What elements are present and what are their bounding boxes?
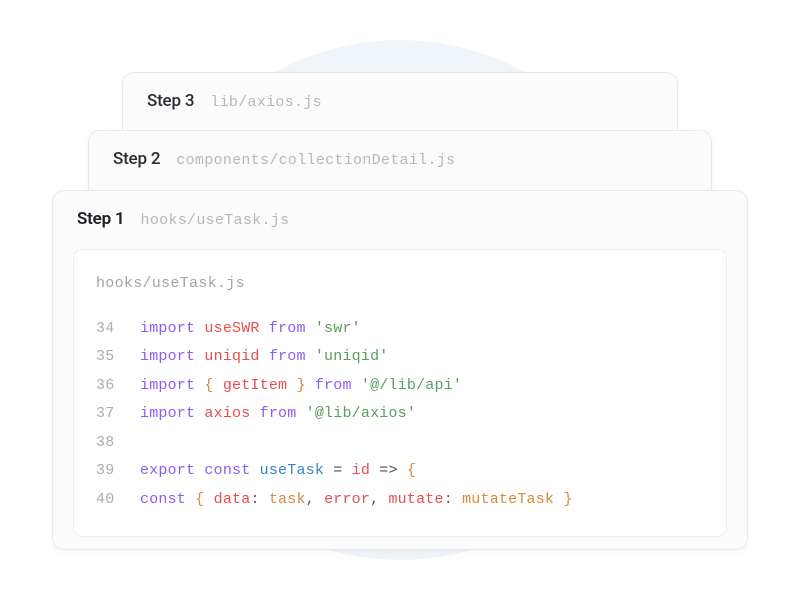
line-number: 38 (96, 429, 140, 458)
tok-import: import (140, 315, 195, 344)
step-label-1: Step 1 (77, 209, 125, 229)
tok-from: from (260, 400, 297, 429)
tok-comma: , (306, 486, 324, 515)
tok-colon: : (444, 486, 462, 515)
tok-arrow: => (379, 457, 397, 486)
tok-export: export (140, 457, 195, 486)
code-line-38: 38 (96, 429, 704, 458)
tok-string: '@lib/axios' (306, 400, 416, 429)
tok-brace: { (195, 486, 213, 515)
tok-ident: getItem (223, 372, 287, 401)
tok-brace: } (287, 372, 305, 401)
tok-from: from (315, 372, 352, 401)
step-card-1: Step 1 hooks/useTask.js hooks/useTask.js… (52, 190, 748, 550)
file-path-1: hooks/useTask.js (141, 212, 290, 229)
line-number: 36 (96, 372, 140, 401)
tok-key: mutate (388, 486, 443, 515)
file-path-3: lib/axios.js (210, 94, 322, 111)
file-path-2: components/collectionDetail.js (176, 152, 455, 169)
tok-string: 'uniqid' (315, 343, 389, 372)
tok-brace: } (554, 486, 572, 515)
tok-const: const (204, 457, 250, 486)
tok-fn: useTask (260, 457, 324, 486)
tok-comma: , (370, 486, 388, 515)
line-number: 40 (96, 486, 140, 515)
code-line-35: 35 import uniqid from 'uniqid' (96, 343, 704, 372)
card-header-3: Step 3 lib/axios.js (123, 73, 677, 125)
card-header-2: Step 2 components/collectionDetail.js (89, 131, 711, 183)
line-number: 34 (96, 315, 140, 344)
tok-colon: : (250, 486, 268, 515)
tok-key: error (324, 486, 370, 515)
line-number: 37 (96, 400, 140, 429)
tok-string: 'swr' (315, 315, 361, 344)
tok-ident: useSWR (204, 315, 259, 344)
tok-param: id (352, 457, 370, 486)
tok-import: import (140, 372, 195, 401)
tok-brace: { (204, 372, 222, 401)
tok-from: from (269, 343, 306, 372)
step-label-3: Step 3 (147, 91, 194, 111)
code-line-39: 39 export const useTask = id => { (96, 457, 704, 486)
tok-import: import (140, 343, 195, 372)
code-line-36: 36 import { getItem } from '@/lib/api' (96, 372, 704, 401)
code-panel: hooks/useTask.js 34 import useSWR from '… (73, 249, 727, 537)
code-line-34: 34 import useSWR from 'swr' (96, 315, 704, 344)
tok-ident: axios (204, 400, 250, 429)
tok-import: import (140, 400, 195, 429)
line-number: 39 (96, 457, 140, 486)
tok-const: const (140, 486, 186, 515)
tok-string: '@/lib/api' (361, 372, 462, 401)
tok-brace: { (407, 457, 416, 486)
card-header-1: Step 1 hooks/useTask.js (53, 191, 747, 243)
tok-key: data (214, 486, 251, 515)
tok-val: task (269, 486, 306, 515)
tok-from: from (269, 315, 306, 344)
tok-eq: = (333, 457, 342, 486)
tok-val: mutateTask (462, 486, 554, 515)
code-file-label: hooks/useTask.js (96, 270, 704, 299)
code-line-37: 37 import axios from '@lib/axios' (96, 400, 704, 429)
line-number: 35 (96, 343, 140, 372)
code-line-40: 40 const { data: task, error, mutate: mu… (96, 486, 704, 515)
tok-ident: uniqid (204, 343, 259, 372)
step-label-2: Step 2 (113, 149, 160, 169)
